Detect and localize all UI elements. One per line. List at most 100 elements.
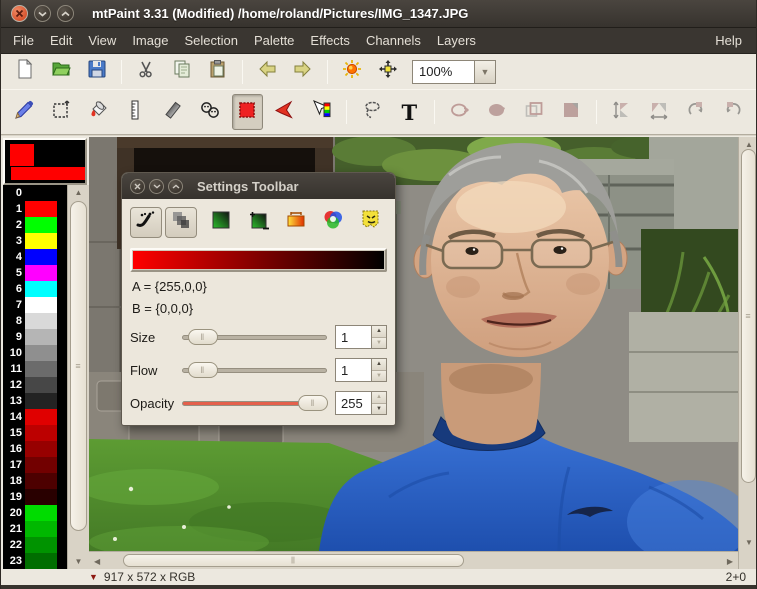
palette-swatch[interactable] [25,185,57,201]
opacity-slider-thumb[interactable]: ‖ [298,395,328,411]
palette-swatch[interactable] [25,409,57,425]
color-b-bar[interactable] [11,167,85,180]
polygon-selection-tool-button[interactable] [269,94,300,130]
palette-row[interactable]: 10 [3,345,67,361]
flip-vertical-button[interactable] [606,94,637,130]
palette-row[interactable]: 1 [3,201,67,217]
titlebar[interactable]: mtPaint 3.31 (Modified) /home/roland/Pic… [1,0,756,28]
ellipse-fill-button[interactable] [481,94,512,130]
straight-line-tool-button[interactable] [120,94,151,130]
palette-row[interactable]: 13 [3,393,67,409]
tint-plus-minus-button[interactable] [246,207,270,238]
opacity-value[interactable]: 255 [335,391,372,415]
palette-row[interactable]: 20 [3,505,67,521]
lasso-tool-button[interactable] [356,94,387,130]
palette-swatch[interactable] [25,201,57,217]
palette-row[interactable]: 6 [3,281,67,297]
palette-swatch[interactable] [25,297,57,313]
scroll-up-icon[interactable]: ▲ [745,140,753,149]
continuous-mode-button[interactable] [130,207,163,238]
gradient-preview-frame[interactable] [130,248,387,272]
menu-item[interactable]: Selection [176,29,245,52]
menu-item[interactable]: View [80,29,124,52]
vertical-scrollbar-thumb[interactable]: ≡ [741,149,756,483]
palette-row[interactable]: 9 [3,329,67,345]
palette-row[interactable]: 16 [3,441,67,457]
open-button[interactable] [46,58,76,86]
colorize-button[interactable] [284,207,308,238]
palette-row[interactable]: 14 [3,409,67,425]
save-button[interactable] [82,58,112,86]
copy-button[interactable] [167,58,197,86]
palette-row[interactable]: 21 [3,521,67,537]
palette-swatch[interactable] [25,313,57,329]
disable-all-masks-button[interactable] [359,207,383,238]
palette-swatch[interactable] [25,537,57,553]
menu-item[interactable]: Palette [246,29,302,52]
pan-window-button[interactable] [337,58,367,86]
color-ab-preview[interactable] [3,138,87,185]
rotate-anticlockwise-button[interactable] [718,94,749,130]
clone-tool-button[interactable] [194,94,225,130]
rotate-clockwise-button[interactable] [681,94,712,130]
palette-scrollbar-thumb[interactable]: ≡ [70,201,87,531]
palette-swatch[interactable] [25,281,57,297]
menu-item[interactable]: Effects [302,29,358,52]
make-selection-tool-button[interactable] [231,94,263,130]
palette-row[interactable]: 17 [3,457,67,473]
settings-minimize-button[interactable] [149,178,164,194]
cut-button[interactable] [131,58,161,86]
rectangle-outline-button[interactable] [518,94,549,130]
menu-item[interactable]: Image [124,29,176,52]
spin-down-icon[interactable]: ▼ [372,402,386,414]
ellipse-outline-button[interactable] [444,94,475,130]
gradient-preview-bar[interactable] [133,251,384,269]
spin-up-icon[interactable]: ▲ [372,359,386,370]
palette-swatch[interactable] [25,441,57,457]
zoom-dropdown-button[interactable]: ▼ [474,59,496,84]
palette-swatch[interactable] [25,553,57,569]
palette-row[interactable]: 7 [3,297,67,313]
palette-swatch[interactable] [25,217,57,233]
flow-slider[interactable]: ‖ [182,362,327,378]
palette-row[interactable]: 0 [3,185,67,201]
palette-swatch[interactable] [25,521,57,537]
tint-mode-button[interactable] [209,207,233,238]
palette-scrollbar[interactable]: ▲ ≡ ▼ [67,185,89,569]
rectangle-fill-button[interactable] [556,94,587,130]
canvas-area[interactable]: Settings Toolbar A = {255,0,0} B = {0,0,… [89,137,738,551]
menu-item-help[interactable]: Help [707,29,750,52]
flip-horizontal-button[interactable] [643,94,674,130]
palette-swatch[interactable] [25,345,57,361]
opacity-mode-button[interactable] [165,207,198,238]
palette-row[interactable]: 3 [3,233,67,249]
spin-down-icon[interactable]: ▼ [372,336,386,348]
minimize-button[interactable] [34,5,51,22]
palette-swatch[interactable] [25,377,57,393]
paste-button[interactable] [203,58,233,86]
palette-swatch[interactable] [25,265,57,281]
palette-row[interactable]: 18 [3,473,67,489]
scroll-right-icon[interactable]: ▶ [727,557,733,566]
palette-row[interactable]: 22 [3,537,67,553]
zoom-entry[interactable]: 100% [412,59,474,84]
palette-row[interactable]: 4 [3,249,67,265]
redo-button[interactable] [288,58,318,86]
spin-down-icon[interactable]: ▼ [372,369,386,381]
horizontal-scrollbar-thumb[interactable]: ⦀ [123,554,464,567]
close-button[interactable] [11,5,28,22]
palette-row[interactable]: 8 [3,313,67,329]
palette-row[interactable]: 11 [3,361,67,377]
color-a-swatch[interactable] [10,144,34,166]
flood-fill-tool-button[interactable] [83,94,114,130]
rgb-mode-button[interactable] [321,207,345,238]
text-tool-button[interactable]: T [394,94,425,130]
smudge-tool-button[interactable] [157,94,188,130]
vertical-scrollbar[interactable]: ▲ ≡ ▼ [738,137,756,569]
palette-swatch[interactable] [25,473,57,489]
size-slider[interactable]: ‖ [182,329,327,345]
palette-swatch[interactable] [25,329,57,345]
palette-swatch[interactable] [25,249,57,265]
shuffle-tool-button[interactable] [45,94,76,130]
flow-value[interactable]: 1 [335,358,372,382]
